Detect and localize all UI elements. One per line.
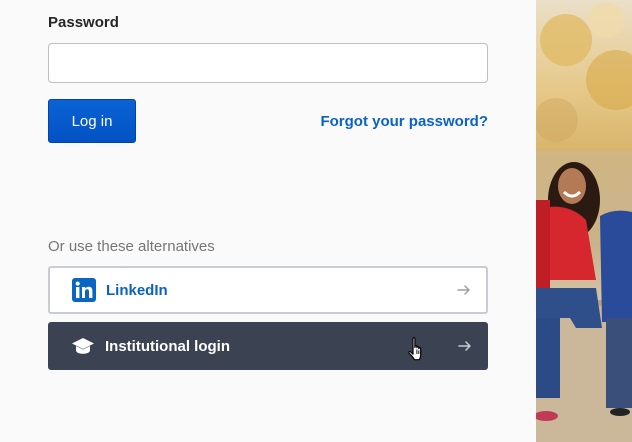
linkedin-label: LinkedIn [106, 281, 168, 299]
arrow-right-icon [457, 338, 473, 354]
login-button[interactable]: Log in [48, 99, 136, 143]
forgot-password-link[interactable]: Forgot your password? [320, 113, 488, 130]
password-label: Password [48, 14, 119, 31]
hero-photo [536, 0, 632, 442]
linkedin-login-button[interactable]: LinkedIn [48, 266, 488, 314]
hand-pointer-cursor-icon [406, 336, 430, 364]
login-page: Password Log in Forgot your password? Or… [0, 0, 632, 442]
alternatives-heading: Or use these alternatives [48, 238, 215, 255]
graduation-cap-icon [71, 334, 95, 358]
arrow-right-icon [456, 282, 472, 298]
password-input[interactable] [48, 43, 488, 83]
linkedin-icon [72, 278, 96, 302]
institutional-login-label: Institutional login [105, 337, 230, 355]
login-form-panel: Password Log in Forgot your password? Or… [0, 0, 536, 442]
